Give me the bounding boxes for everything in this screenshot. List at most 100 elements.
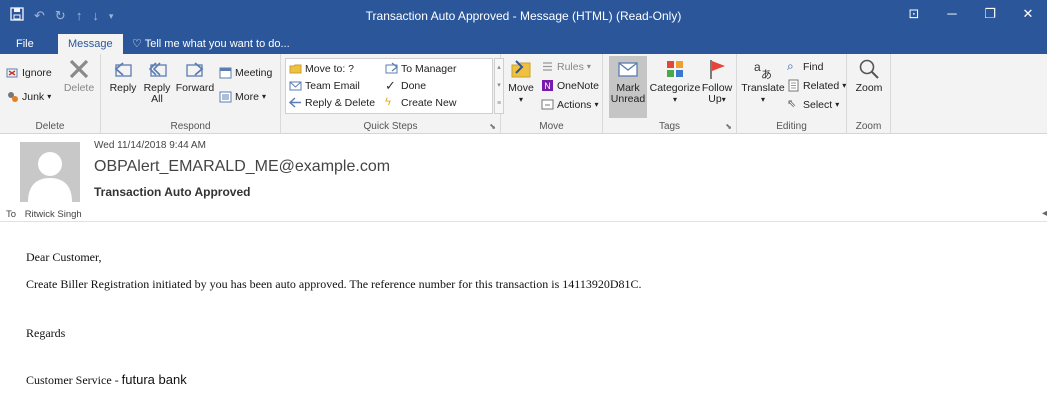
reply-delete-icon bbox=[289, 97, 301, 108]
search-icon: ⌕ bbox=[787, 59, 794, 73]
svg-text:あ: あ bbox=[761, 68, 772, 80]
tags-group-label: Tags bbox=[658, 121, 681, 132]
more-dropdown-icon: ▾ bbox=[261, 92, 266, 101]
checkmark-icon: ✓ bbox=[385, 78, 396, 93]
quick-step-reply-delete[interactable]: Reply & Delete bbox=[289, 96, 375, 109]
actions-dropdown-icon: ▾ bbox=[594, 100, 599, 109]
categorize-icon bbox=[667, 61, 683, 77]
meeting-button[interactable]: Meeting bbox=[219, 66, 272, 79]
tab-message[interactable]: Message bbox=[58, 34, 123, 54]
related-dropdown-icon: ▾ bbox=[842, 81, 847, 90]
minimize-button[interactable]: ─ bbox=[933, 0, 971, 30]
signature-prefix: Customer Service - bbox=[26, 373, 122, 387]
quick-step-create-new[interactable]: ϟ Create New bbox=[385, 96, 456, 109]
flag-icon bbox=[710, 60, 725, 79]
move-group: Move ▾ Rules ▾ N OneNote Actions ▾ Move bbox=[501, 54, 603, 134]
zoom-group-label: Zoom bbox=[855, 121, 882, 132]
quick-step-done[interactable]: ✓ Done bbox=[385, 79, 426, 92]
restore-button[interactable]: ❐ bbox=[971, 0, 1009, 30]
collapse-header-icon[interactable]: ◂ bbox=[1042, 208, 1047, 219]
translate-button[interactable]: aあ Translate ▾ bbox=[741, 58, 785, 105]
follow-up-dropdown-icon: ▾ bbox=[721, 95, 726, 104]
delete-x-icon bbox=[69, 59, 89, 79]
find-button[interactable]: ⌕ Find bbox=[787, 60, 823, 73]
actions-button[interactable]: Actions ▾ bbox=[541, 98, 598, 111]
select-button[interactable]: ⇖ Select ▾ bbox=[787, 98, 839, 111]
respond-group-label: Respond bbox=[170, 121, 211, 132]
move-group-label: Move bbox=[539, 121, 564, 132]
follow-up-button[interactable]: Follow Up▾ bbox=[701, 58, 733, 105]
rules-dropdown-icon: ▾ bbox=[586, 62, 591, 71]
ribbon-tab-row: File Message ♡ Tell me what you want to … bbox=[0, 30, 1047, 54]
related-icon bbox=[788, 79, 799, 92]
ignore-icon bbox=[6, 68, 18, 78]
junk-button[interactable]: Junk ▾ bbox=[6, 90, 51, 103]
recipient-name[interactable]: Ritwick Singh bbox=[25, 209, 82, 220]
person-silhouette-icon bbox=[28, 152, 72, 202]
recipients-line: To Ritwick Singh bbox=[6, 209, 82, 220]
mark-unread-button[interactable]: Mark Unread bbox=[609, 56, 647, 118]
message-header: Wed 11/14/2018 9:44 AM OBPAlert_EMARALD_… bbox=[0, 134, 1047, 222]
team-email-icon bbox=[289, 81, 302, 91]
delete-button[interactable]: Delete bbox=[62, 58, 96, 94]
subject-line: Transaction Auto Approved bbox=[94, 185, 251, 199]
ribbon-display-options-icon[interactable]: ⊡ bbox=[895, 0, 933, 30]
forward-icon bbox=[186, 62, 204, 77]
avatar bbox=[20, 142, 80, 202]
message-body: Dear Customer, Create Biller Registratio… bbox=[0, 222, 1047, 396]
folder-move-icon bbox=[289, 64, 302, 74]
greeting-text: Dear Customer, bbox=[26, 250, 102, 264]
ignore-button[interactable]: Ignore bbox=[6, 66, 52, 79]
signature: Customer Service - futura bank bbox=[26, 372, 187, 388]
rules-button[interactable]: Rules ▾ bbox=[541, 60, 591, 73]
to-manager-icon bbox=[385, 62, 398, 74]
quick-step-to-manager[interactable]: To Manager bbox=[385, 62, 456, 75]
tags-group: Mark Unread Categorize ▾ Follow Up▾ Tags … bbox=[603, 54, 737, 134]
related-button[interactable]: Related ▾ bbox=[787, 79, 846, 92]
more-icon bbox=[219, 91, 232, 103]
received-date: Wed 11/14/2018 9:44 AM bbox=[94, 140, 206, 151]
onenote-icon: N bbox=[542, 80, 553, 91]
categorize-dropdown-icon: ▾ bbox=[672, 95, 677, 104]
signature-bank-name: futura bank bbox=[121, 372, 187, 387]
svg-text:a: a bbox=[754, 60, 761, 74]
zoom-group: Zoom Zoom bbox=[847, 54, 891, 134]
zoom-button[interactable]: Zoom bbox=[851, 58, 887, 94]
to-label: To bbox=[6, 209, 17, 220]
junk-dropdown-icon: ▾ bbox=[47, 92, 52, 101]
quick-steps-launcher-icon[interactable]: ⬊ bbox=[489, 122, 496, 131]
reply-all-icon bbox=[148, 62, 167, 77]
delete-group-label: Delete bbox=[35, 121, 65, 132]
envelope-icon bbox=[618, 62, 638, 77]
move-folder-icon bbox=[511, 60, 531, 78]
reply-button[interactable]: Reply bbox=[107, 58, 139, 94]
reply-all-button[interactable]: Reply All bbox=[141, 58, 173, 105]
translate-dropdown-icon: ▾ bbox=[760, 95, 765, 104]
window-title: Transaction Auto Approved - Message (HTM… bbox=[365, 9, 682, 23]
reply-icon bbox=[114, 62, 132, 77]
magnifier-icon bbox=[859, 59, 879, 79]
tab-file[interactable]: File bbox=[6, 34, 44, 54]
quick-steps-group: Move to: ? Team Email Reply & Delete To … bbox=[281, 54, 504, 134]
editing-group: aあ Translate ▾ ⌕ Find Related ▾ ⇖ Select ▾ … bbox=[737, 54, 847, 134]
onenote-button[interactable]: N OneNote bbox=[541, 79, 599, 92]
svg-text:N: N bbox=[544, 81, 551, 91]
respond-group: Reply Reply All Forward Meeting More ▾ Re… bbox=[101, 54, 281, 134]
actions-icon bbox=[541, 99, 554, 110]
categorize-button[interactable]: Categorize ▾ bbox=[649, 58, 701, 105]
quick-step-move-to[interactable]: Move to: ? bbox=[289, 62, 354, 75]
tell-me-text: Tell me what you want to do... bbox=[144, 38, 290, 50]
rules-icon bbox=[543, 62, 552, 71]
sender-address[interactable]: OBPAlert_EMARALD_ME@example.com bbox=[94, 158, 390, 176]
delete-group: Ignore Junk ▾ Delete Delete bbox=[0, 54, 101, 134]
quick-step-team-email[interactable]: Team Email bbox=[289, 79, 360, 92]
tell-me-box[interactable]: ♡ Tell me what you want to do... bbox=[132, 34, 290, 54]
body-text: Create Biller Registration initiated by … bbox=[26, 277, 642, 291]
close-button[interactable]: ✕ bbox=[1009, 0, 1047, 30]
editing-group-label: Editing bbox=[776, 121, 807, 132]
tags-launcher-icon[interactable]: ⬊ bbox=[725, 122, 732, 131]
lightning-icon: ϟ bbox=[385, 96, 391, 108]
move-button[interactable]: Move ▾ bbox=[505, 58, 537, 105]
more-respond-button[interactable]: More ▾ bbox=[219, 90, 266, 103]
forward-button[interactable]: Forward bbox=[175, 58, 215, 94]
